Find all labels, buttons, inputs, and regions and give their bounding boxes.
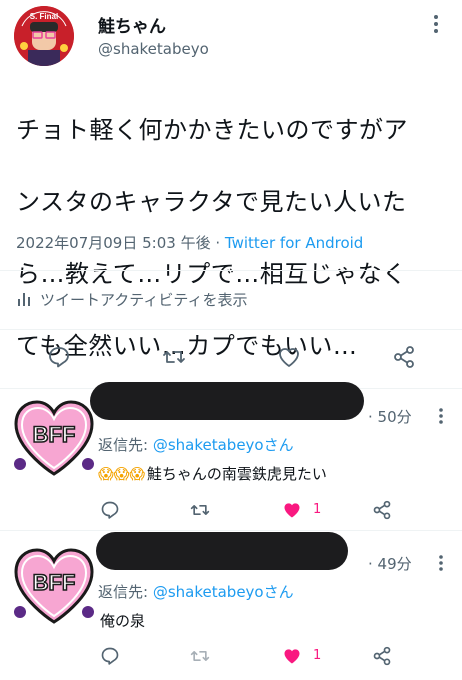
tweet-text-line: チョト軽く何かかきたいのですがア	[16, 116, 408, 144]
tweet-meta: 2022年07月09日 5:03 午後 · Twitter for Androi…	[16, 232, 363, 253]
reply-to-prefix: 返信先:	[98, 436, 153, 454]
tweet-activity-link[interactable]: ツイートアクティビティを表示	[16, 289, 247, 310]
activity-label: ツイートアクティビティを表示	[40, 291, 248, 309]
liked-heart-icon[interactable]	[282, 500, 302, 520]
like-icon[interactable]	[277, 345, 301, 369]
reply-icon[interactable]	[47, 345, 71, 369]
reply-avatar[interactable]: BFF	[12, 398, 96, 478]
like-count: 1	[313, 502, 322, 517]
more-options-icon[interactable]	[433, 407, 449, 425]
redacted-author	[96, 532, 348, 570]
author-handle[interactable]: @shaketabeyo	[98, 40, 209, 58]
divider	[0, 329, 462, 330]
reply-icon[interactable]	[100, 500, 120, 520]
retweet-icon[interactable]	[190, 646, 210, 666]
bff-logo-text: BFF	[33, 422, 76, 447]
more-options-icon[interactable]	[433, 554, 449, 572]
reply-body: 鮭ちゃんの南雲鉄虎見たい	[146, 465, 327, 483]
reply-avatar[interactable]: BFF	[12, 546, 96, 626]
divider	[0, 270, 462, 271]
like-count: 1	[313, 648, 322, 663]
bff-logo-text: BFF	[33, 570, 76, 595]
tweet-text-line: ンスタのキャラクタで見たい人いた	[16, 188, 407, 216]
retweet-icon[interactable]	[190, 500, 210, 520]
share-icon[interactable]	[372, 500, 392, 520]
reply-to-handle[interactable]: @shaketabeyoさん	[153, 583, 294, 601]
author-name[interactable]: 鮭ちゃん	[98, 12, 166, 37]
tweet-client-link[interactable]: Twitter for Android	[225, 234, 363, 252]
redacted-author	[90, 382, 364, 420]
share-icon[interactable]	[392, 345, 416, 369]
meta-separator: ·	[210, 234, 225, 252]
analytics-icon	[18, 293, 30, 306]
reply-to-prefix: 返信先:	[98, 583, 153, 601]
avatar-logo-text: S. Final	[30, 12, 58, 21]
share-icon[interactable]	[372, 646, 392, 666]
reply-to-handle[interactable]: @shaketabeyoさん	[153, 436, 294, 454]
author-avatar[interactable]: S. Final	[14, 6, 74, 66]
reply-text: 俺の泉	[98, 610, 145, 631]
retweet-icon[interactable]	[162, 345, 186, 369]
tweet-text-line: ら…教えて…リプで…相互じゃなく	[16, 260, 407, 288]
reply-icon[interactable]	[100, 646, 120, 666]
reply-time: · 50分	[368, 408, 412, 426]
reply-emojis: 😱😱😱	[98, 465, 145, 483]
reply-text: 😱😱😱 鮭ちゃんの南雲鉄虎見たい	[98, 463, 327, 484]
tweet-text-line: ても全然いい…カプでもいい…	[16, 332, 358, 360]
reply-time: · 49分	[368, 555, 412, 573]
more-options-icon[interactable]	[428, 14, 444, 34]
liked-heart-icon[interactable]	[282, 646, 302, 666]
reply-body: 俺の泉	[100, 612, 146, 630]
reply-to: 返信先: @shaketabeyoさん	[98, 434, 294, 455]
tweet-timestamp[interactable]: 2022年07月09日 5:03 午後	[16, 234, 211, 252]
divider	[0, 530, 462, 531]
reply-to: 返信先: @shaketabeyoさん	[98, 581, 294, 602]
